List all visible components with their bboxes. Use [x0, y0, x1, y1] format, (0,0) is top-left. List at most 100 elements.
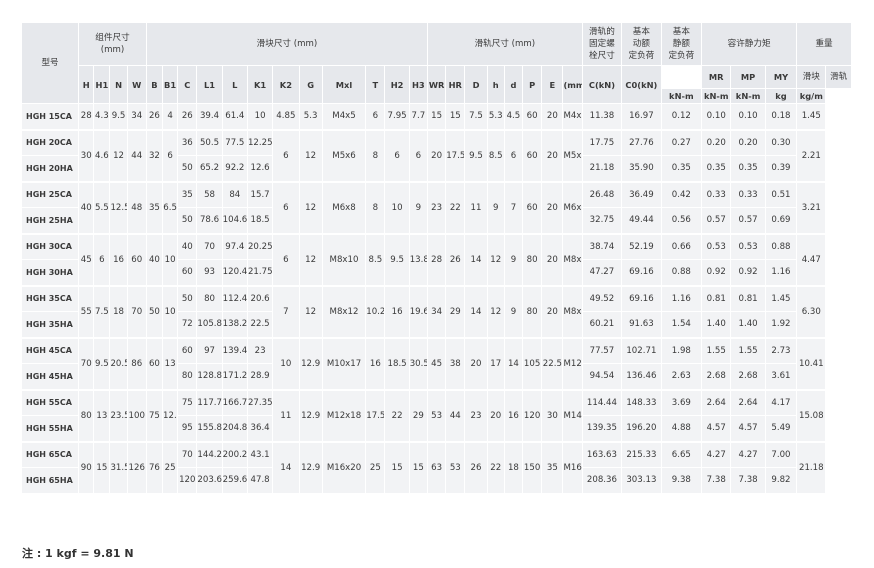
cell-k1: 10	[247, 103, 274, 131]
cell-n: 16	[109, 233, 128, 287]
cell-hr: 44	[445, 389, 466, 443]
header-col-h2: H2	[384, 65, 410, 104]
cell-mr: 6.65	[661, 441, 703, 468]
cell-wr: 20	[427, 129, 447, 183]
cell-c: 72	[177, 311, 198, 339]
cell-mxl: M4x5	[322, 103, 367, 131]
cell-my: 0.92	[730, 259, 766, 287]
cell-g: 12	[299, 285, 323, 339]
cell-mxl: M10x17	[322, 337, 367, 391]
cell-model: HGH 20HA	[22, 155, 80, 183]
header-col-l: L	[222, 65, 248, 104]
spec-table-body: HGH 15CA 28 4.3 9.5 34 26 4 26 39.4 61.4 10 4.85 5.3…	[22, 103, 852, 495]
cell-mp: 0.92	[701, 259, 732, 287]
header-col-wr: WR	[427, 65, 447, 104]
cell-b: 60	[146, 337, 164, 391]
cell-cd: 17.75	[582, 129, 623, 156]
cell-c: 80	[177, 363, 198, 391]
cell-d: 14	[504, 337, 524, 391]
cell-hr: 15	[445, 103, 466, 131]
cell-cs: 215.33	[621, 441, 662, 468]
cell-g: 12.9	[299, 389, 323, 443]
cell-model: HGH 15CA	[22, 103, 80, 131]
cell-wr: 53	[427, 389, 447, 443]
header-rail-bolt: 滑轨的 固定螺 栓尺寸	[582, 23, 623, 66]
cell-b1: 25	[162, 441, 179, 495]
cell-h2: 16	[384, 285, 410, 339]
cell-bolt: M6x20	[562, 181, 583, 235]
cell-b: 35	[146, 181, 164, 235]
header-model: 型号	[22, 23, 80, 104]
cell-l1: 65.2	[196, 155, 223, 183]
cell-model: HGH 45HA	[22, 363, 80, 391]
cell-l: 139.4	[222, 337, 248, 364]
cell-h3: 6	[409, 129, 428, 183]
cell-l1: 144.2	[196, 441, 223, 468]
table-row: HGH 30CA 45 6 16 60 40 10 40 70 97.4 20.25 6 12 M8x10…	[22, 233, 852, 287]
cell-c: 36	[177, 129, 198, 156]
header-c-unit: C(kN)	[582, 65, 623, 104]
cell-k2: 6	[272, 181, 300, 235]
cell-mp: 0.81	[701, 285, 732, 312]
header-col-k2: K2	[272, 65, 300, 104]
cell-mp: 2.64	[701, 389, 732, 416]
cell-g: 12.9	[299, 337, 323, 391]
cell-cd: 21.18	[582, 155, 623, 183]
header-col-t: T	[365, 65, 386, 104]
cell-l1: 203.6	[196, 467, 223, 495]
cell-rail-weight: 4.47	[796, 233, 827, 287]
cell-cd: 32.75	[582, 207, 623, 235]
header-static-moment: 容许静力矩	[701, 23, 798, 66]
header-basic-dynamic-label: 基本 动额 定负荷	[628, 27, 655, 61]
cell-l1: 80	[196, 285, 223, 312]
cell-l1: 39.4	[196, 103, 223, 131]
cell-n: 31.5	[109, 441, 128, 495]
cell-mxl: M8x12	[322, 285, 367, 339]
cell-d: 14	[464, 233, 488, 287]
header-moment-my-unit: kN-m	[730, 88, 766, 104]
cell-bolt: M8x25	[562, 285, 583, 339]
cell-my: 0.20	[730, 129, 766, 156]
cell-e: 20	[541, 103, 564, 131]
cell-k1: 18.5	[247, 207, 274, 235]
cell-d: 16	[504, 389, 524, 443]
cell-b: 26	[146, 103, 164, 131]
cell-kg: 0.18	[765, 103, 798, 131]
cell-mp: 0.20	[701, 129, 732, 156]
header-col-g: G	[299, 65, 323, 104]
cell-t: 10.2	[365, 285, 386, 339]
cell-mp: 1.55	[701, 337, 732, 364]
cell-kg: 0.39	[765, 155, 798, 183]
cell-mp: 4.27	[701, 441, 732, 468]
header-moment-mp-unit: kN-m	[701, 88, 732, 104]
cell-hr: 29	[445, 285, 466, 339]
cell-b: 50	[146, 285, 164, 339]
cell-h1: 13	[93, 389, 111, 443]
cell-p: 60	[522, 103, 543, 131]
cell-k2: 10	[272, 337, 300, 391]
cell-t: 6	[365, 103, 386, 131]
cell-my: 7.38	[730, 467, 766, 495]
cell-h1: 15	[93, 441, 111, 495]
cell-mr: 0.66	[661, 233, 703, 260]
cell-h3: 19.6	[409, 285, 428, 339]
cell-mp: 7.38	[701, 467, 732, 495]
cell-d: 20	[464, 337, 488, 391]
cell-my: 1.40	[730, 311, 766, 339]
cell-cd: 60.21	[582, 311, 623, 339]
cell-e: 30	[541, 389, 564, 443]
header-col-d-large: D	[464, 65, 488, 104]
cell-my: 1.55	[730, 337, 766, 364]
cell-h1: 4.3	[93, 103, 111, 131]
cell-c: 95	[177, 415, 198, 443]
cell-cs: 196.20	[621, 415, 662, 443]
cell-kg: 3.61	[765, 363, 798, 391]
cell-mxl: M5x6	[322, 129, 367, 183]
header-col-hr: HR	[445, 65, 466, 104]
cell-l1: 70	[196, 233, 223, 260]
cell-rail-weight: 2.21	[796, 129, 827, 183]
header-weight-block: 滑块	[796, 65, 827, 89]
cell-rail-weight: 1.45	[796, 103, 827, 131]
cell-k1: 36.4	[247, 415, 274, 443]
cell-c: 40	[177, 233, 198, 260]
